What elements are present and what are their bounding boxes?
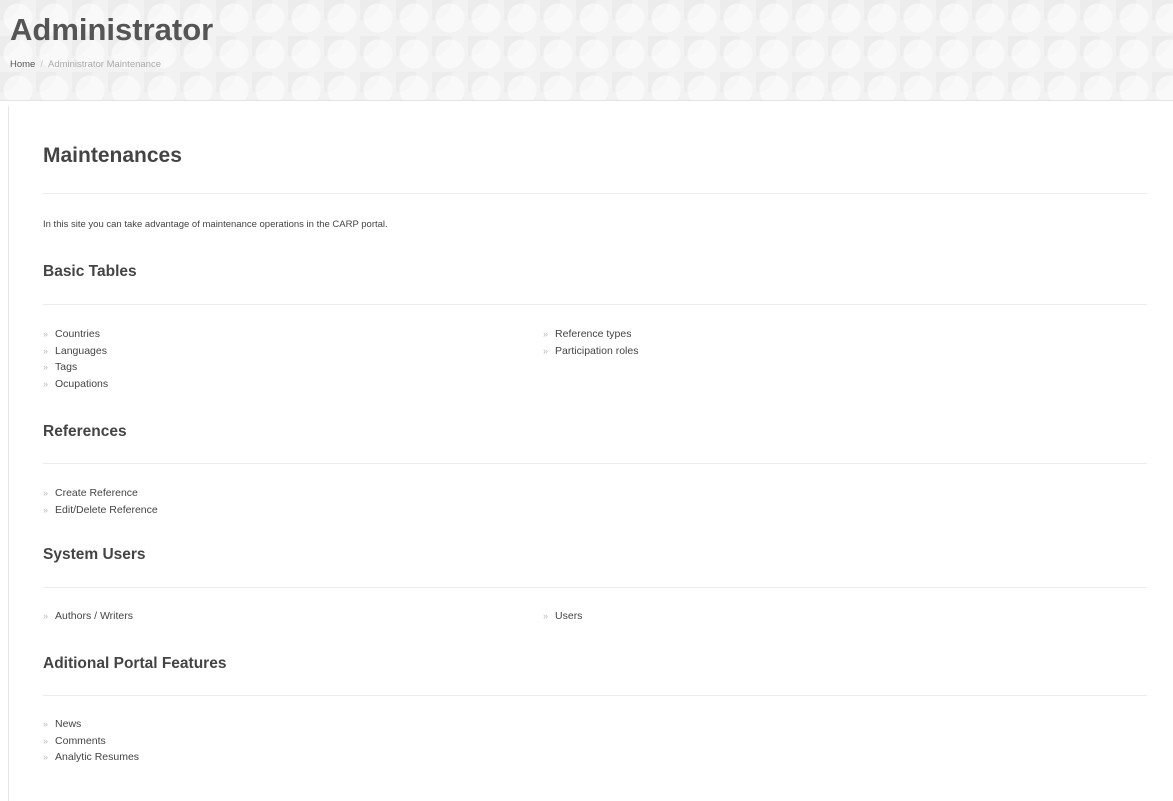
- link-news[interactable]: » News: [43, 716, 139, 733]
- link-label: Countries: [55, 328, 100, 340]
- double-chevron-right-icon: »: [43, 504, 49, 515]
- link-label: News: [55, 718, 82, 730]
- double-chevron-right-icon: »: [543, 611, 549, 621]
- double-chevron-right-icon: »: [43, 329, 49, 339]
- link-users[interactable]: » Users: [543, 608, 582, 625]
- link-label: Authors / Writers: [55, 610, 134, 622]
- double-chevron-right-icon: »: [43, 719, 49, 729]
- page-title: Administrator: [10, 12, 214, 47]
- link-label: Participation roles: [555, 344, 639, 357]
- intro-text: In this site you can take advantage of m…: [43, 219, 388, 230]
- link-authors-writers[interactable]: » Authors / Writers: [43, 608, 133, 625]
- additional-features-heading: Aditional Portal Features: [43, 655, 227, 672]
- link-label: Analytic Resumes: [55, 751, 140, 763]
- divider: [43, 695, 1147, 696]
- link-reference-types[interactable]: » Reference types: [543, 326, 638, 343]
- double-chevron-right-icon: »: [543, 329, 549, 339]
- breadcrumb-home-link[interactable]: Home: [10, 59, 35, 70]
- breadcrumb: Home / Administrator Maintenance: [10, 59, 161, 70]
- system-users-list-right: » Users: [543, 608, 582, 625]
- link-ocupations[interactable]: » Ocupations: [43, 376, 108, 393]
- double-chevron-right-icon: »: [43, 362, 49, 372]
- link-languages[interactable]: » Languages: [43, 343, 108, 360]
- double-chevron-right-icon: »: [43, 488, 49, 498]
- link-label: Create Reference: [55, 487, 138, 499]
- link-create-reference[interactable]: » Create Reference: [43, 485, 158, 502]
- double-chevron-right-icon: »: [43, 378, 49, 389]
- double-chevron-right-icon: »: [43, 345, 49, 356]
- link-countries[interactable]: » Countries: [43, 326, 108, 343]
- double-chevron-right-icon: »: [43, 735, 49, 746]
- double-chevron-right-icon: »: [43, 752, 49, 762]
- link-label: Languages: [55, 344, 107, 357]
- additional-features-list: » News » Comments » Analytic Resumes: [43, 716, 139, 766]
- basic-tables-list-right: » Reference types » Participation roles: [543, 326, 638, 359]
- link-label: Reference types: [555, 328, 632, 340]
- breadcrumb-separator: /: [40, 59, 43, 70]
- content-panel: Maintenances In this site you can take a…: [8, 106, 1173, 801]
- double-chevron-right-icon: »: [543, 345, 549, 356]
- basic-tables-list-left: » Countries » Languages » Tags » Ocupations: [43, 326, 108, 392]
- double-chevron-right-icon: »: [43, 611, 49, 621]
- link-label: Comments: [55, 734, 106, 747]
- link-tags[interactable]: » Tags: [43, 359, 108, 376]
- link-label: Edit/Delete Reference: [55, 503, 158, 516]
- divider: [43, 587, 1147, 588]
- maintenances-heading: Maintenances: [43, 144, 182, 167]
- breadcrumb-current: Administrator Maintenance: [47, 59, 161, 70]
- divider: [43, 304, 1147, 305]
- link-participation-roles[interactable]: » Participation roles: [543, 343, 638, 360]
- system-users-heading: System Users: [43, 546, 146, 563]
- system-users-list-left: » Authors / Writers: [43, 608, 133, 625]
- references-heading: References: [43, 423, 127, 440]
- basic-tables-heading: Basic Tables: [43, 263, 137, 280]
- link-label: Users: [555, 610, 583, 622]
- divider: [43, 193, 1147, 194]
- link-edit-delete-reference[interactable]: » Edit/Delete Reference: [43, 502, 158, 519]
- link-analytic-resumes[interactable]: » Analytic Resumes: [43, 749, 139, 766]
- references-list: » Create Reference » Edit/Delete Reference: [43, 485, 158, 518]
- page-header: Administrator Home / Administrator Mainten…: [0, 0, 1173, 101]
- link-comments[interactable]: » Comments: [43, 733, 139, 750]
- divider: [43, 463, 1147, 464]
- link-label: Tags: [55, 361, 78, 373]
- link-label: Ocupations: [55, 377, 109, 390]
